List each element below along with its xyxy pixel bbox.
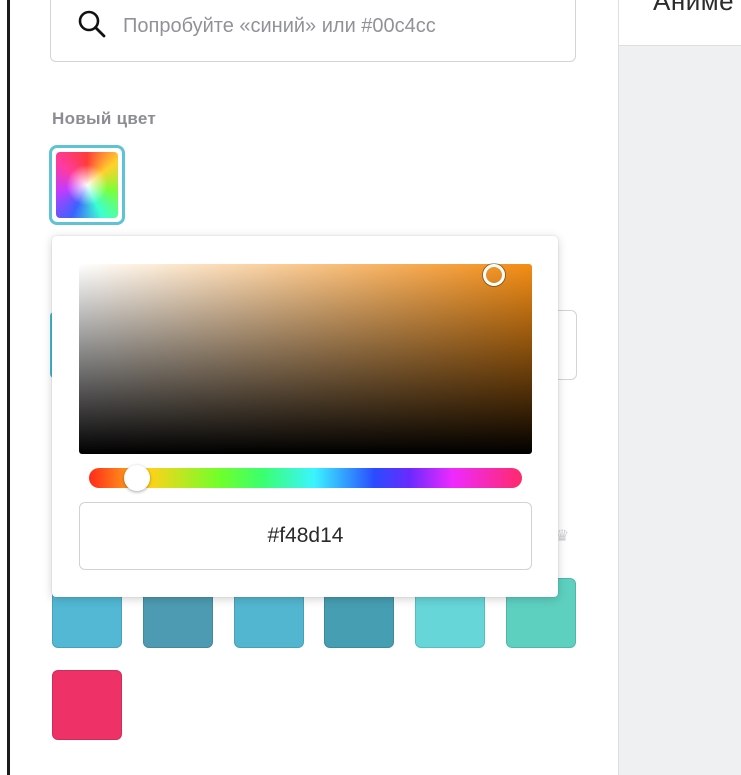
search-input[interactable]	[123, 11, 563, 41]
canvas-area: Анимé	[618, 0, 741, 775]
color-search-box[interactable]	[50, 0, 576, 62]
new-color-button[interactable]	[49, 145, 125, 225]
color-swatch[interactable]	[52, 670, 122, 740]
animate-tab[interactable]: Анимé	[619, 0, 741, 46]
hue-slider-handle[interactable]	[124, 465, 150, 491]
search-icon	[78, 10, 106, 38]
hex-color-input[interactable]	[79, 502, 532, 570]
hue-slider[interactable]	[89, 468, 522, 488]
animate-tab-label: Анимé	[653, 0, 735, 16]
saturation-value-handle[interactable]	[483, 264, 505, 286]
rainbow-icon	[56, 152, 118, 218]
color-picker-popover	[52, 236, 558, 597]
new-color-heading: Новый цвет	[52, 109, 157, 128]
saturation-value-area[interactable]	[79, 264, 532, 454]
